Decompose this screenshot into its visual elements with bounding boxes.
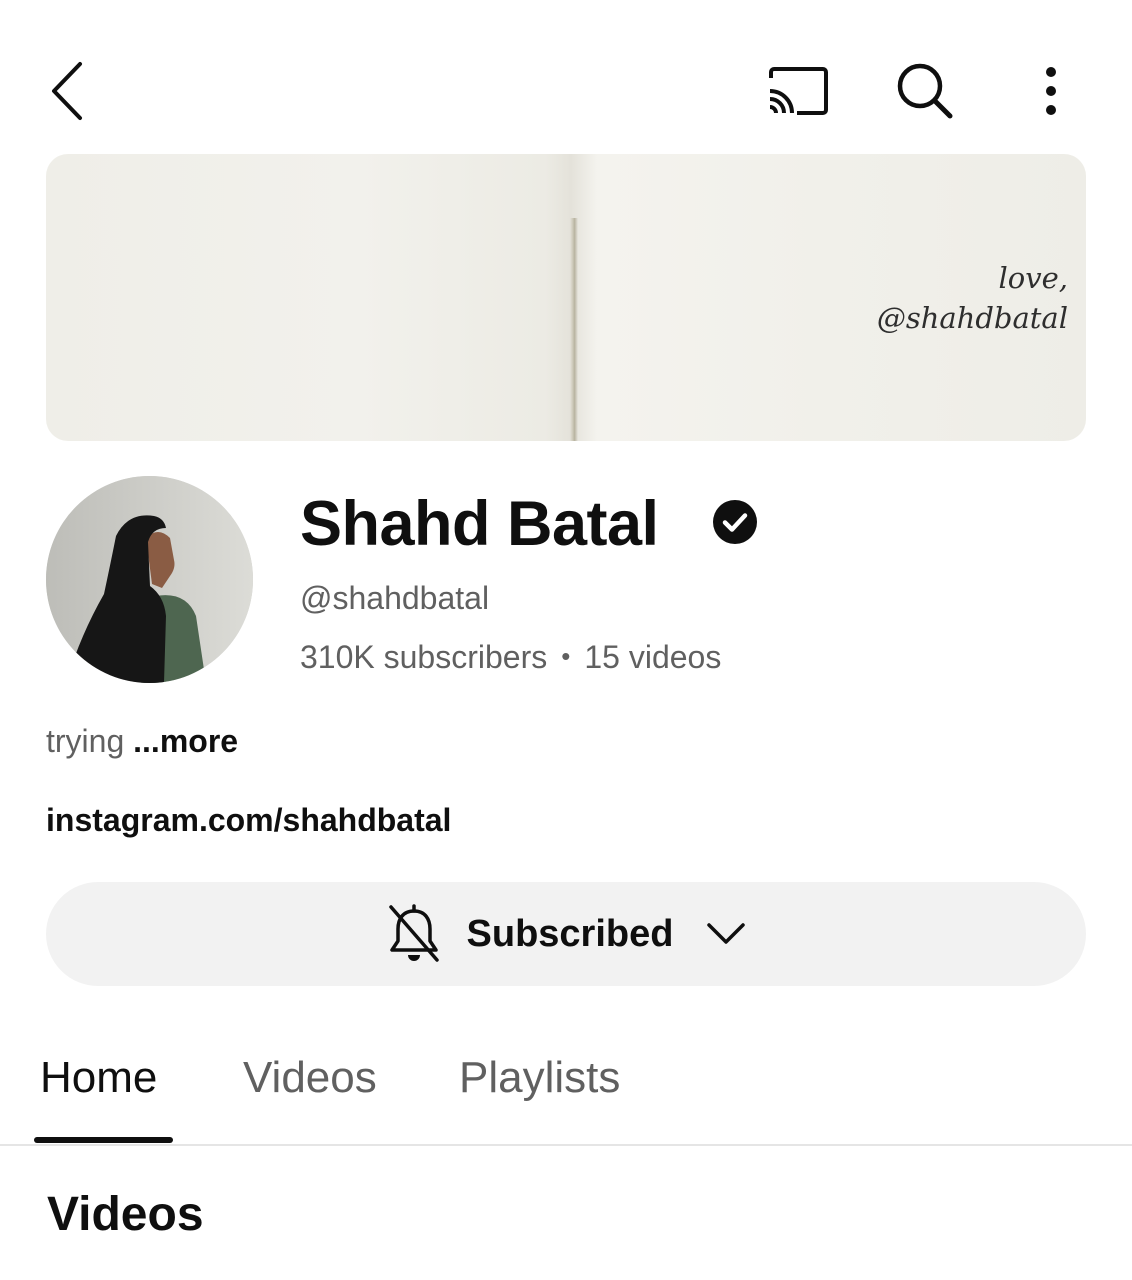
channel-handle: @shahdbatal <box>300 580 490 616</box>
tab-playlists[interactable]: Playlists <box>459 1050 620 1106</box>
channel-link[interactable]: instagram.com/shahdbatal <box>46 800 451 840</box>
subscribed-label: Subscribed <box>466 912 674 955</box>
stats-separator: • <box>561 641 571 671</box>
subscriber-count: 310K subscribers <box>300 639 548 675</box>
tab-home[interactable]: Home <box>40 1050 157 1106</box>
bell-off-icon <box>388 904 439 962</box>
cast-icon <box>769 67 828 115</box>
channel-description[interactable]: trying ...more <box>46 721 238 761</box>
back-icon <box>52 62 82 120</box>
channel-name: Shahd Batal <box>300 489 659 559</box>
back-button[interactable] <box>38 56 98 126</box>
channel-stats: 310K subscribers • 15 videos <box>300 636 721 677</box>
channel-avatar[interactable] <box>46 476 253 683</box>
active-tab-indicator <box>34 1137 173 1143</box>
channel-tabs: Home Videos Playlists <box>0 1040 1132 1146</box>
description-text: trying <box>46 723 125 759</box>
more-vert-icon <box>1046 67 1056 115</box>
banner-caption-line1: love, <box>998 261 1069 295</box>
channel-banner: love, @shahdbatal <box>46 154 1086 441</box>
verified-badge-icon <box>713 500 757 544</box>
subscribed-button[interactable]: Subscribed <box>46 882 1086 986</box>
search-icon <box>897 63 953 119</box>
more-options-button[interactable] <box>1024 58 1078 124</box>
avatar-image <box>46 476 253 683</box>
search-button[interactable] <box>890 58 960 124</box>
banner-book-spine <box>570 218 578 441</box>
cast-button[interactable] <box>760 58 836 124</box>
more-link[interactable]: ...more <box>133 723 238 759</box>
chevron-down-icon <box>707 923 746 944</box>
banner-caption: love, @shahdbatal <box>877 258 1068 338</box>
banner-caption-line2: @shahdbatal <box>876 301 1068 335</box>
top-app-bar <box>0 0 1132 150</box>
videos-section-title: Videos <box>47 1188 204 1241</box>
video-count: 15 videos <box>584 639 722 675</box>
tab-videos[interactable]: Videos <box>243 1050 377 1106</box>
